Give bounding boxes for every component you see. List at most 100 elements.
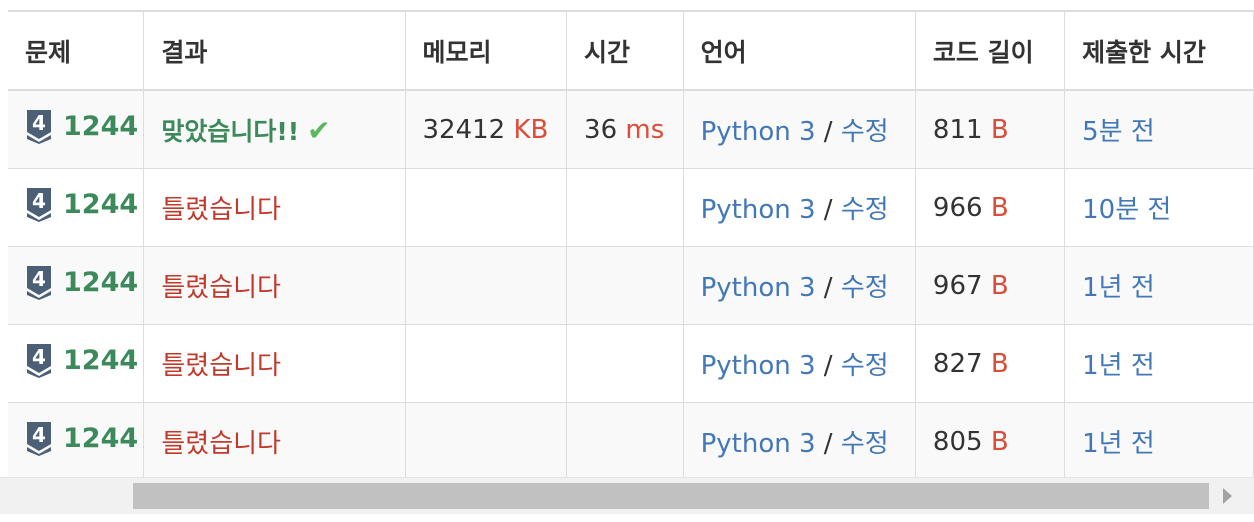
tier-shield-icon: 4	[25, 186, 53, 222]
header-time[interactable]: 시간	[566, 10, 684, 91]
submitted-time-link[interactable]: 1년 전	[1082, 429, 1155, 459]
result-cell: 틀렸습니다	[143, 402, 406, 481]
memory-cell	[404, 246, 568, 325]
table-header-row: 문제 결과 메모리 시간 언어 코드 길이 제출한 시간	[8, 10, 1254, 91]
problem-id[interactable]: 1244	[63, 189, 138, 220]
language-cell: Python 3 / 수정	[682, 324, 916, 403]
problem-cell: 4 1244	[8, 168, 145, 247]
tier-shield-icon: 4	[25, 342, 53, 378]
language-separator: /	[823, 117, 833, 147]
tier-level: 4	[32, 345, 46, 369]
result-cell: 틀렸습니다	[143, 246, 406, 325]
problem-link[interactable]: 4 1244	[25, 264, 138, 300]
code-length-value: 967	[932, 270, 983, 301]
result-text: 틀렸습니다	[161, 351, 281, 381]
table-row: 4 1244 틀렸습니다 Python 3 / 수정 967 B 1년 전	[8, 246, 1254, 325]
memory-cell	[404, 324, 568, 403]
scroll-right-arrow-icon[interactable]	[1223, 488, 1232, 504]
problem-id[interactable]: 1244	[63, 345, 138, 376]
tier-level: 4	[32, 111, 46, 135]
submitted-time-link[interactable]: 5분 전	[1082, 117, 1155, 147]
result-cell: 틀렸습니다	[143, 324, 406, 403]
submitted-time-link[interactable]: 10분 전	[1082, 195, 1171, 225]
result-cell: 맞았습니다!! ✔	[143, 89, 406, 169]
code-length-unit: B	[990, 426, 1009, 457]
tier-shield-icon: 4	[25, 420, 53, 456]
table-row: 4 1244 틀렸습니다 Python 3 / 수정 805 B 1년 전	[8, 402, 1254, 481]
edit-link[interactable]: 수정	[841, 195, 889, 225]
header-language[interactable]: 언어	[682, 10, 916, 91]
language-separator: /	[823, 351, 833, 381]
problem-id[interactable]: 1244	[63, 111, 138, 142]
time-cell	[566, 168, 684, 247]
memory-cell	[404, 402, 568, 481]
time-unit: ms	[625, 114, 665, 145]
table-row: 4 1244 맞았습니다!! ✔ 32412 KB 36 ms Python 3 / 수정 8…	[8, 89, 1254, 169]
language-cell: Python 3 / 수정	[682, 402, 916, 481]
result-cell: 틀렸습니다	[143, 168, 406, 247]
header-result[interactable]: 결과	[143, 10, 406, 91]
code-length-unit: B	[990, 348, 1009, 379]
problem-id[interactable]: 1244	[63, 423, 138, 454]
table-row: 4 1244 틀렸습니다 Python 3 / 수정 966 B 10분 전	[8, 168, 1254, 247]
status-table-viewport: 문제 결과 메모리 시간 언어 코드 길이 제출한 시간 4 1244 맞았습니다!…	[0, 0, 1254, 522]
language-link[interactable]: Python 3	[701, 195, 816, 225]
problem-link[interactable]: 4 1244	[25, 342, 138, 378]
code-length-cell: 805 B	[914, 402, 1066, 481]
edit-link[interactable]: 수정	[841, 117, 889, 147]
problem-link[interactable]: 4 1244	[25, 186, 138, 222]
checkmark-icon: ✔	[307, 113, 331, 147]
header-memory[interactable]: 메모리	[404, 10, 568, 91]
result-text: 틀렸습니다	[161, 273, 281, 303]
time-cell: 36 ms	[566, 89, 684, 169]
submitted-time-cell: 10분 전	[1064, 168, 1254, 247]
language-link[interactable]: Python 3	[701, 117, 816, 147]
code-length-unit: B	[990, 114, 1009, 145]
problem-cell: 4 1244	[8, 246, 145, 325]
edit-link[interactable]: 수정	[841, 273, 889, 303]
submitted-time-cell: 1년 전	[1064, 246, 1254, 325]
problem-link[interactable]: 4 1244	[25, 108, 138, 144]
time-value: 36	[584, 114, 618, 145]
language-link[interactable]: Python 3	[701, 273, 816, 303]
language-separator: /	[823, 429, 833, 459]
submitted-time-cell: 1년 전	[1064, 402, 1254, 481]
header-code-length[interactable]: 코드 길이	[914, 10, 1066, 91]
time-cell	[566, 324, 684, 403]
language-cell: Python 3 / 수정	[682, 168, 916, 247]
problem-cell: 4 1244	[8, 89, 145, 169]
code-length-value: 805	[932, 426, 983, 457]
code-length-cell: 827 B	[914, 324, 1066, 403]
code-length-unit: B	[990, 192, 1009, 223]
header-submitted-time[interactable]: 제출한 시간	[1064, 10, 1254, 91]
header-problem[interactable]: 문제	[8, 10, 145, 91]
tier-level: 4	[32, 423, 46, 447]
result-text: 틀렸습니다	[161, 195, 281, 225]
code-length-value: 966	[932, 192, 983, 223]
memory-cell	[404, 168, 568, 247]
code-length-cell: 967 B	[914, 246, 1066, 325]
code-length-unit: B	[990, 270, 1009, 301]
problem-link[interactable]: 4 1244	[25, 420, 138, 456]
code-length-value: 811	[932, 114, 983, 145]
horizontal-scrollbar[interactable]	[0, 477, 1254, 514]
code-length-cell: 966 B	[914, 168, 1066, 247]
language-separator: /	[823, 195, 833, 225]
page-bottom	[0, 514, 1254, 522]
language-link[interactable]: Python 3	[701, 429, 816, 459]
table-row: 4 1244 틀렸습니다 Python 3 / 수정 827 B 1년 전	[8, 324, 1254, 403]
scrollbar-thumb[interactable]	[133, 483, 1209, 509]
edit-link[interactable]: 수정	[841, 429, 889, 459]
memory-cell: 32412 KB	[404, 89, 568, 169]
submitted-time-link[interactable]: 1년 전	[1082, 273, 1155, 303]
tier-shield-icon: 4	[25, 108, 53, 144]
language-link[interactable]: Python 3	[701, 351, 816, 381]
edit-link[interactable]: 수정	[841, 351, 889, 381]
problem-id[interactable]: 1244	[63, 267, 138, 298]
tier-level: 4	[32, 267, 46, 291]
problem-cell: 4 1244	[8, 324, 145, 403]
result-text: 맞았습니다!!	[161, 116, 300, 146]
submission-status-table: 문제 결과 메모리 시간 언어 코드 길이 제출한 시간 4 1244 맞았습니다!…	[8, 10, 1254, 481]
language-cell: Python 3 / 수정	[682, 246, 916, 325]
submitted-time-link[interactable]: 1년 전	[1082, 351, 1155, 381]
